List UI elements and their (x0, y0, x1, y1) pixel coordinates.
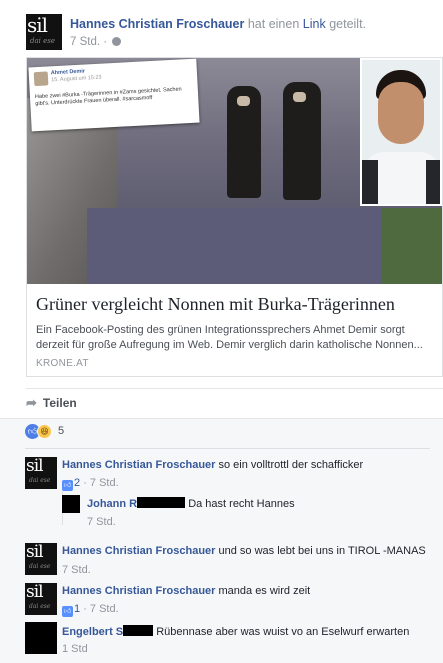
divider (25, 448, 430, 449)
divider (26, 388, 443, 389)
comment-time[interactable]: 7 Std. (90, 477, 119, 489)
like-count[interactable]: 1 (74, 603, 80, 615)
link-preview[interactable]: Ahmet Demir 15. August um 15:23 Habe zwe… (26, 57, 443, 377)
portrait-photo (360, 58, 442, 206)
link-domain: KRONE.AT (36, 358, 89, 369)
comment-author[interactable]: Engelbert S (62, 626, 123, 638)
post-action-suffix: geteilt. (329, 17, 367, 31)
comment-avatar[interactable]: sil dai ese (25, 457, 57, 489)
globe-icon (112, 37, 122, 46)
post-action-link[interactable]: Link (303, 17, 326, 31)
comment-time[interactable]: 7 Std. (62, 564, 91, 576)
post-time[interactable]: 7 Std. (70, 36, 100, 48)
reaction-count: 5 (58, 425, 65, 437)
comment-author[interactable]: Hannes Christian Froschauer (62, 459, 215, 471)
post-author-line: Hannes Christian Froschauer hat einen Li… (70, 17, 366, 31)
reply-text: Da hast recht Hannes (188, 498, 295, 510)
embedded-time: 15. August um 15:23 (50, 74, 102, 84)
link-description: Ein Facebook-Posting des grünen Integrat… (36, 324, 423, 351)
comment-author[interactable]: Hannes Christian Froschauer (62, 585, 215, 597)
post-author-name[interactable]: Hannes Christian Froschauer (70, 17, 244, 31)
comment-time[interactable]: 7 Std. (90, 603, 119, 615)
like-count[interactable]: 2 (74, 477, 80, 489)
comment-meta: 👍︎ 1 · 7 Std. (62, 603, 119, 617)
nun-figure (227, 86, 261, 198)
post-header: sil dai ese Hannes Christian Froschauer … (26, 14, 426, 54)
comment-avatar[interactable] (25, 622, 57, 654)
comment-body: Hannes Christian Froschauer so ein vollt… (62, 459, 363, 471)
avatar-logo-text: sil (26, 543, 44, 562)
embedded-text: Habe zwei #Burka -Trägerinnen in #Zams g… (34, 86, 182, 108)
avatar-logo-subtext: dai ese (29, 603, 51, 610)
grass (382, 208, 442, 284)
avatar-logo-subtext: dai ese (29, 477, 51, 484)
haha-reaction-icon: 😆︎ (37, 424, 52, 439)
embedded-avatar (33, 71, 49, 87)
post-meta: 7 Std. · (70, 36, 122, 48)
comment-meta: 1 Std (62, 643, 88, 655)
comment-text: manda es wird zeit (218, 585, 311, 597)
share-label: Teilen (42, 396, 77, 410)
share-button[interactable]: ➦ Teilen (26, 395, 77, 411)
reply-avatar[interactable] (62, 495, 80, 513)
link-title[interactable]: Grüner vergleicht Nonnen mit Burka-Träge… (36, 294, 395, 315)
redaction-bar (137, 497, 186, 508)
comment-text: Rübennase aber was wuist vo an Eselwurf … (156, 626, 410, 638)
reply-meta: 7 Std. (87, 516, 116, 528)
comment-author[interactable]: Hannes Christian Froschauer (62, 545, 215, 557)
reply-time[interactable]: 7 Std. (87, 516, 116, 528)
avatar-logo-text: sil (26, 583, 44, 602)
comment-body: Hannes Christian Froschauer und so was l… (62, 545, 426, 557)
comment-text: so ein volltrottl der schafficker (218, 459, 364, 471)
like-icon[interactable]: 👍︎ (62, 606, 73, 617)
author-avatar[interactable]: sil dai ese (26, 14, 62, 50)
embedded-post-screenshot: Ahmet Demir 15. August um 15:23 Habe zwe… (28, 58, 200, 132)
nun-figure (283, 82, 321, 200)
reply-body: Johann R Da hast recht Hannes (87, 497, 295, 510)
comment-body: Engelbert S Rübennase aber was wuist vo … (62, 625, 409, 638)
comment-time[interactable]: 1 Std (62, 643, 88, 655)
feed-post: sil dai ese Hannes Christian Froschauer … (0, 0, 443, 663)
avatar-logo-text: sil (27, 14, 48, 37)
comment-meta: 7 Std. (62, 564, 91, 576)
link-preview-image[interactable]: Ahmet Demir 15. August um 15:23 Habe zwe… (27, 58, 442, 284)
avatar-logo-subtext: dai ese (30, 37, 55, 45)
post-action-prefix: hat einen (247, 17, 300, 31)
comment-text: und so was lebt bei uns in TIROL -MANAS (218, 545, 426, 557)
like-icon[interactable]: 👍︎ (62, 480, 73, 491)
comment-body: Hannes Christian Froschauer manda es wir… (62, 585, 310, 597)
comment-avatar[interactable]: sil dai ese (25, 583, 57, 615)
share-arrow-icon: ➦ (26, 395, 37, 410)
avatar-logo-subtext: dai ese (29, 563, 51, 570)
redaction-bar (123, 625, 154, 636)
comment-avatar[interactable]: sil dai ese (25, 543, 57, 575)
avatar-logo-text: sil (26, 457, 44, 476)
reply-author[interactable]: Johann R (87, 498, 137, 510)
comment-meta: 👍︎ 2 · 7 Std. (62, 477, 119, 491)
